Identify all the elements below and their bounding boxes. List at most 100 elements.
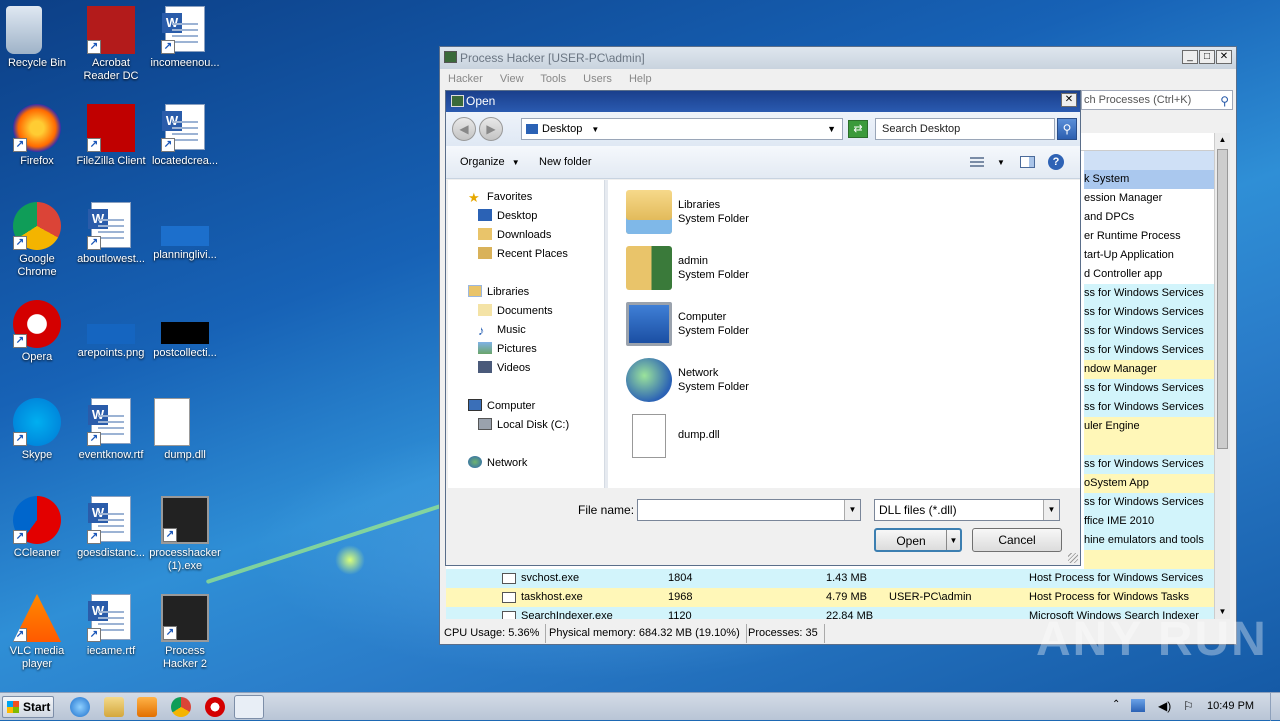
clock[interactable]: 10:49 PM xyxy=(1207,700,1254,712)
menu-tools[interactable]: Tools xyxy=(540,73,566,85)
process-row-partial[interactable]: ss for Windows Services xyxy=(1084,398,1214,417)
process-row-partial[interactable]: ss for Windows Services xyxy=(1084,493,1214,512)
refresh-button[interactable]: ⇄ xyxy=(848,120,868,138)
scroll-thumb[interactable] xyxy=(1217,149,1228,449)
file-type-dropdown-icon[interactable]: ▼ xyxy=(1043,500,1059,520)
maximize-button[interactable]: □ xyxy=(1199,50,1215,64)
view-dropdown-icon[interactable]: ▼ xyxy=(997,146,1005,179)
desktop-icon-17[interactable]: W ↗ goesdistanc... xyxy=(74,496,148,560)
process-list-scrollbar[interactable]: ▲ ▼ xyxy=(1214,133,1230,619)
menu-hacker[interactable]: Hacker xyxy=(448,73,483,85)
nav-local-disk[interactable]: Local Disk (C:) xyxy=(478,416,569,435)
view-options-icon[interactable] xyxy=(970,157,984,168)
process-row-partial[interactable] xyxy=(1084,550,1214,569)
opera-icon[interactable] xyxy=(205,697,225,717)
start-button[interactable]: Start xyxy=(2,696,54,718)
tray-chevron-icon[interactable]: ⌃ xyxy=(1112,699,1120,710)
media-player-icon[interactable] xyxy=(137,697,157,717)
desktop-icon-20[interactable]: W ↗ iecame.rtf xyxy=(74,594,148,658)
process-row-partial[interactable]: ss for Windows Services xyxy=(1084,379,1214,398)
process-row-partial[interactable]: ss for Windows Services xyxy=(1084,341,1214,360)
desktop-icon-11[interactable]: arepoints.png xyxy=(74,300,148,360)
nav-desktop[interactable]: Desktop xyxy=(478,207,537,226)
desktop-icon-10[interactable]: ↗ Opera xyxy=(0,300,74,364)
process-row-partial[interactable] xyxy=(1084,151,1214,170)
process-row-partial[interactable]: k System xyxy=(1084,170,1214,189)
process-row-partial[interactable]: tart-Up Application xyxy=(1084,246,1214,265)
desktop-icon-18[interactable]: ↗ processhacker (1).exe xyxy=(148,496,222,573)
nav-pictures[interactable]: Pictures xyxy=(478,340,537,359)
file-item[interactable]: Computer System Folder xyxy=(608,298,1048,350)
process-row-partial[interactable]: ss for Windows Services xyxy=(1084,322,1214,341)
open-dialog-titlebar[interactable]: Open ✕ xyxy=(446,91,1080,112)
menu-help[interactable]: Help xyxy=(629,73,652,85)
nav-documents[interactable]: Documents xyxy=(478,302,553,321)
file-name-input[interactable]: ▼ xyxy=(637,499,861,521)
process-row-partial[interactable]: d Controller app xyxy=(1084,265,1214,284)
chrome-icon[interactable] xyxy=(171,697,191,717)
process-row-partial[interactable]: ffice IME 2010 xyxy=(1084,512,1214,531)
tray-network-icon[interactable] xyxy=(1131,699,1145,712)
open-button[interactable]: Open ▼ xyxy=(874,528,962,552)
file-list[interactable]: Libraries System Folder admin System Folder… xyxy=(608,180,1080,488)
cancel-button[interactable]: Cancel xyxy=(972,528,1062,552)
explorer-icon[interactable] xyxy=(104,697,124,717)
desktop-icon-21[interactable]: ↗ Process Hacker 2 xyxy=(148,594,222,671)
desktop-icon-15[interactable]: dump.dll xyxy=(148,398,222,462)
process-hacker-titlebar[interactable]: Process Hacker [USER-PC\admin] _ □ ✕ xyxy=(440,47,1236,69)
desktop-icon-8[interactable]: W ↗ aboutlowest... xyxy=(74,202,148,266)
process-row-partial[interactable]: ession Manager xyxy=(1084,189,1214,208)
menu-view[interactable]: View xyxy=(500,73,524,85)
search-button-icon[interactable]: ⚲ xyxy=(1057,118,1077,140)
process-row-partial[interactable]: oSystem App xyxy=(1084,474,1214,493)
process-hacker-task-icon[interactable] xyxy=(234,695,264,719)
new-folder-button[interactable]: New folder xyxy=(539,146,592,179)
nav-music[interactable]: ♪ Music xyxy=(478,321,526,340)
file-name-dropdown-icon[interactable]: ▼ xyxy=(844,500,860,520)
process-row-partial[interactable]: ndow Manager xyxy=(1084,360,1214,379)
process-row-partial[interactable]: hine emulators and tools xyxy=(1084,531,1214,550)
open-dialog[interactable]: Open ✕ ◀ ▶ Desktop ▼ ▼ ⇄ Search Desktop … xyxy=(445,90,1081,566)
process-row-partial[interactable]: ss for Windows Services xyxy=(1084,455,1214,474)
help-icon[interactable]: ? xyxy=(1048,154,1064,170)
file-item[interactable]: Network System Folder xyxy=(608,354,1048,406)
address-bar[interactable]: Desktop ▼ ▼ xyxy=(521,118,843,140)
file-item[interactable]: dump.dll xyxy=(608,410,1048,462)
search-desktop-input[interactable]: Search Desktop xyxy=(875,118,1055,140)
nav-videos[interactable]: Videos xyxy=(478,359,530,378)
scroll-up-arrow-icon[interactable]: ▲ xyxy=(1215,133,1230,147)
nav-recent-places[interactable]: Recent Places xyxy=(478,245,568,264)
tray-flag-icon[interactable]: ⚐ xyxy=(1183,699,1194,713)
open-split-arrow-icon[interactable]: ▼ xyxy=(946,530,960,550)
process-row-partial[interactable] xyxy=(1084,436,1214,455)
process-search-input[interactable]: ch Processes (Ctrl+K) ⚲ xyxy=(1081,90,1233,110)
nav-favorites[interactable]: ★ Favorites xyxy=(468,188,532,207)
show-desktop-button[interactable] xyxy=(1270,693,1280,721)
process-row-partial[interactable]: ss for Windows Services xyxy=(1084,303,1214,322)
process-row[interactable]: taskhost.exe 1968 4.79 MB USER-PC\admin Host… xyxy=(446,588,1214,607)
desktop-icon-13[interactable]: ↗ Skype xyxy=(0,398,74,462)
process-row-partial[interactable]: er Runtime Process xyxy=(1084,227,1214,246)
desktop-icon-9[interactable]: planninglivi... xyxy=(148,202,222,262)
desktop-icon-12[interactable]: postcollecti... xyxy=(148,300,222,360)
desktop-icon-1[interactable]: Recycle Bin xyxy=(0,6,74,70)
tray-volume-icon[interactable]: ◀) xyxy=(1158,699,1171,713)
desktop-icon-14[interactable]: W ↗ eventknow.rtf xyxy=(74,398,148,462)
forward-button[interactable]: ▶ xyxy=(479,117,503,141)
file-type-select[interactable]: DLL files (*.dll) ▼ xyxy=(874,499,1060,521)
file-item[interactable]: Libraries System Folder xyxy=(608,186,1048,238)
desktop-icon-3[interactable]: W ↗ incomeenou... xyxy=(148,6,222,70)
close-button[interactable]: ✕ xyxy=(1216,50,1232,64)
preview-pane-icon[interactable] xyxy=(1020,156,1035,168)
desktop-icon-19[interactable]: ↗ VLC media player xyxy=(0,594,74,671)
resize-grip-icon[interactable] xyxy=(1068,553,1078,563)
dialog-close-button[interactable]: ✕ xyxy=(1061,93,1077,107)
back-button[interactable]: ◀ xyxy=(452,117,476,141)
ie-icon[interactable] xyxy=(70,697,90,717)
nav-libraries[interactable]: Libraries xyxy=(468,283,529,302)
navigation-pane[interactable]: ★ Favorites Desktop Downloads Recent Plac… xyxy=(448,180,605,488)
process-row-partial[interactable]: ss for Windows Services xyxy=(1084,284,1214,303)
desktop-icon-5[interactable]: ↗ FileZilla Client xyxy=(74,104,148,168)
process-row[interactable]: svchost.exe 1804 1.43 MB Host Process for W… xyxy=(446,569,1214,588)
desktop-icon-4[interactable]: ↗ Firefox xyxy=(0,104,74,168)
